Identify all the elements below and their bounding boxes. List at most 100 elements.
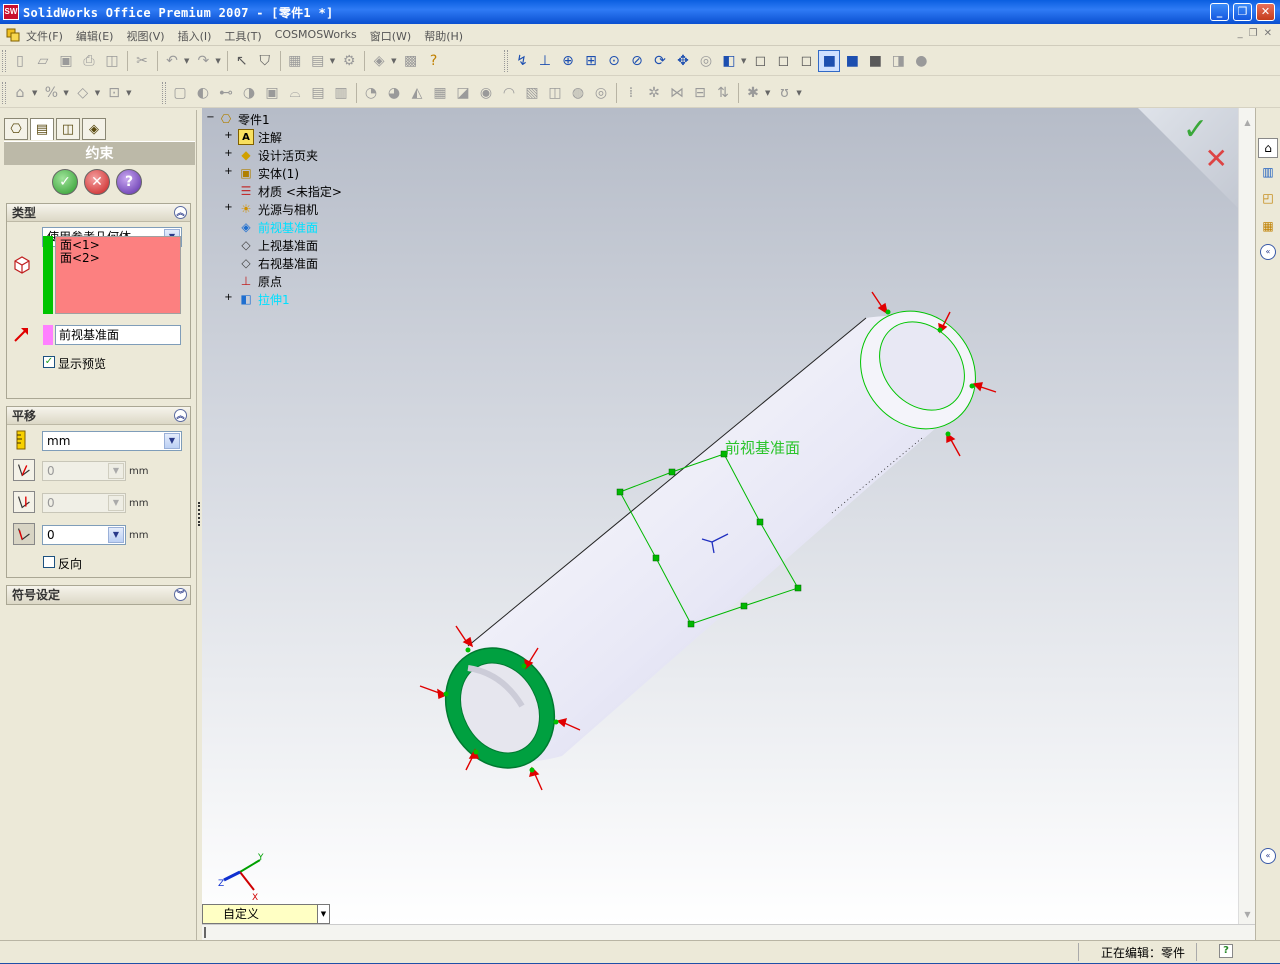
menu-cosmosworks[interactable]: COSMOSWorks	[275, 28, 364, 44]
expand-icon[interactable]: +	[224, 149, 233, 159]
hidden-lines-visible-icon[interactable]: ◻	[772, 50, 794, 72]
collapse-icon[interactable]: ︽	[174, 409, 187, 422]
print-icon[interactable]: ⎙	[78, 50, 100, 72]
minimize-button[interactable]: _	[1210, 3, 1229, 21]
flex-icon[interactable]: ◫	[544, 82, 566, 104]
tree-item-material[interactable]: ☰ 材质 <未指定>	[238, 182, 342, 200]
chamfer-icon[interactable]: ◕	[383, 82, 405, 104]
standard-views-icon[interactable]: ◧	[718, 50, 740, 72]
chevron-down-icon[interactable]: ▼	[317, 905, 329, 923]
shell-icon[interactable]: ▦	[429, 82, 451, 104]
file-properties-icon[interactable]: ▤	[307, 50, 329, 72]
zoom-to-selection-icon[interactable]: ⊘	[626, 50, 648, 72]
collapse-task-pane-icon[interactable]: «	[1260, 848, 1276, 864]
face-selection-list[interactable]: 面<1> 面<2>	[55, 236, 181, 314]
deform-icon[interactable]: ◍	[567, 82, 589, 104]
reference-plane-field[interactable]: 前视基准面	[55, 325, 181, 345]
show-preview-checkbox[interactable]: ✓	[43, 356, 55, 368]
extruded-cut-icon[interactable]: ▣	[261, 82, 283, 104]
zoom-in-out-icon[interactable]: ⊙	[603, 50, 625, 72]
solidworks-menu-icon[interactable]	[4, 26, 22, 44]
wireframe-icon[interactable]: ◻	[749, 50, 771, 72]
translation-z-input[interactable]: 0 ▼	[42, 525, 126, 545]
units-select[interactable]: mm ▼	[42, 431, 182, 451]
help-icon[interactable]: ?	[423, 50, 445, 72]
expand-icon[interactable]: +	[224, 203, 233, 213]
revolved-boss-icon[interactable]: ◐	[192, 82, 214, 104]
circular-pattern-icon[interactable]: ✲	[643, 82, 665, 104]
pan-icon[interactable]: ✥	[672, 50, 694, 72]
select-icon[interactable]: ↖	[231, 50, 253, 72]
dimxpert-tab[interactable]: ◈	[82, 118, 106, 140]
linear-pattern-icon[interactable]: ⁞	[620, 82, 642, 104]
list-item[interactable]: 面<2>	[60, 252, 176, 265]
tree-item-annotations[interactable]: A 注解	[238, 128, 282, 146]
view-orientation-icon[interactable]: ⊥	[534, 50, 556, 72]
toolbar-grip[interactable]	[2, 82, 6, 104]
distance-x-icon[interactable]	[13, 459, 35, 481]
toolbar-grip[interactable]	[2, 50, 6, 72]
collapse-icon[interactable]: ︽	[174, 206, 187, 219]
section-view-icon[interactable]: ◨	[887, 50, 909, 72]
tree-item-extrude[interactable]: ◧ 拉伸1	[238, 290, 289, 308]
open-file-icon[interactable]: ▱	[32, 50, 54, 72]
mirror-icon[interactable]: ⋈	[666, 82, 688, 104]
toolbar-grip[interactable]	[162, 82, 166, 104]
ok-button[interactable]: ✓	[52, 169, 78, 195]
curve-driven-pattern-icon[interactable]: ⊟	[689, 82, 711, 104]
scroll-down-icon[interactable]: ▼	[1241, 908, 1254, 921]
view-palette-icon[interactable]: ▦	[1258, 216, 1278, 236]
loft-icon[interactable]: ◑	[238, 82, 260, 104]
featuremanager-tab[interactable]: ⎔	[4, 118, 28, 140]
previous-view-icon[interactable]: ↯	[511, 50, 533, 72]
scroll-thumb[interactable]	[204, 927, 206, 938]
menu-help[interactable]: 帮助(H)	[424, 28, 470, 44]
menu-window[interactable]: 窗口(W)	[370, 28, 418, 44]
expand-task-pane-icon[interactable]: «	[1260, 244, 1276, 260]
model-canvas[interactable]: Y X Z	[202, 108, 1238, 924]
curves-icon[interactable]: ʊ	[773, 82, 795, 104]
distance-z-icon[interactable]	[13, 523, 35, 545]
chevron-down-icon[interactable]: ▼	[108, 463, 124, 479]
splitter-grip[interactable]	[198, 502, 201, 526]
file-explorer-icon[interactable]: ◰	[1258, 188, 1278, 208]
zoom-to-fit-icon[interactable]: ⊕	[557, 50, 579, 72]
realview-icon[interactable]: ●	[910, 50, 932, 72]
draft-icon[interactable]: ◪	[452, 82, 474, 104]
relations-icon[interactable]: ⊡	[103, 82, 125, 104]
menu-view[interactable]: 视图(V)	[126, 28, 171, 44]
menu-insert[interactable]: 插入(I)	[178, 28, 219, 44]
hidden-lines-removed-icon[interactable]: ◻	[795, 50, 817, 72]
close-button[interactable]: ✕	[1256, 3, 1275, 21]
smart-dimension-icon[interactable]: %	[40, 82, 62, 104]
tree-item-front-plane[interactable]: ◈ 前视基准面	[238, 218, 318, 236]
expand-icon[interactable]: +	[224, 167, 233, 177]
graphics-area[interactable]: Y X Z 前视基准面 ✓ ✕ − ⎔ 零件1 + A 注解 + ◆ 设计活页夹…	[202, 108, 1238, 924]
zoom-to-area-icon[interactable]: ⊞	[580, 50, 602, 72]
tree-item-origin[interactable]: ⊥ 原点	[238, 272, 282, 290]
tree-item-solid-bodies[interactable]: ▣ 实体(1)	[238, 164, 299, 182]
select-filter-icon[interactable]: ⛉	[254, 50, 276, 72]
propertymanager-tab[interactable]: ▤	[30, 118, 54, 140]
tree-item-right-plane[interactable]: ◇ 右视基准面	[238, 254, 318, 272]
line-icon[interactable]: ◇	[72, 82, 94, 104]
print-preview-icon[interactable]: ◫	[101, 50, 123, 72]
home-icon[interactable]: ⌂	[1258, 138, 1278, 158]
fillet-icon[interactable]: ◔	[360, 82, 382, 104]
tree-item-lights-cameras[interactable]: ☀ 光源与相机	[238, 200, 318, 218]
chevron-down-icon[interactable]: ▼	[164, 433, 180, 449]
shaded-with-edges-icon[interactable]: ■	[818, 50, 841, 72]
rebuild-icon[interactable]: ▦	[284, 50, 306, 72]
translation-y-input[interactable]: 0 ▼	[42, 493, 126, 513]
menu-edit[interactable]: 编辑(E)	[76, 28, 121, 44]
expand-icon[interactable]: +	[224, 131, 233, 141]
sketch-icon[interactable]: ⌂	[9, 82, 31, 104]
chevron-down-icon[interactable]: ▼	[108, 527, 124, 543]
rib-icon[interactable]: ◭	[406, 82, 428, 104]
save-icon[interactable]: ▣	[55, 50, 77, 72]
lofted-cut-icon[interactable]: ▥	[330, 82, 352, 104]
toolbar-grip[interactable]	[504, 50, 508, 72]
cut-icon[interactable]: ✂	[131, 50, 153, 72]
dome-icon[interactable]: ◠	[498, 82, 520, 104]
3d-drawing-view-icon[interactable]: ◎	[695, 50, 717, 72]
